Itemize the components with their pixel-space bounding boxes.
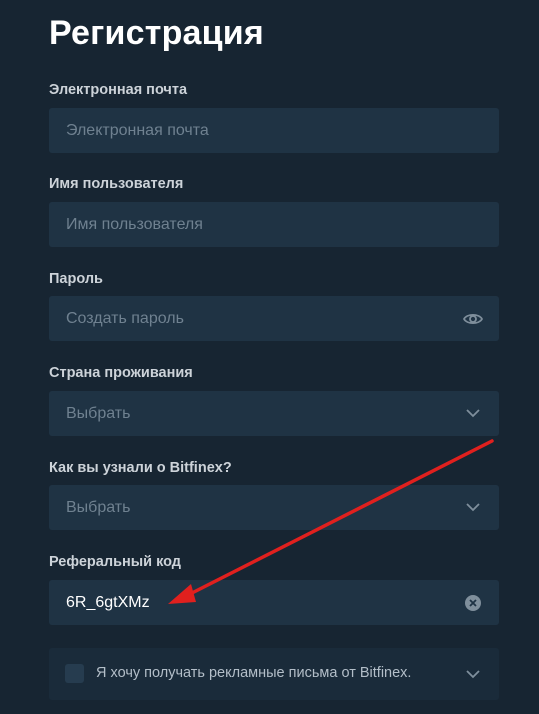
password-field-container xyxy=(49,296,499,341)
email-field-container xyxy=(49,108,499,153)
source-select[interactable]: Выбрать xyxy=(49,485,499,530)
password-field[interactable] xyxy=(49,296,499,341)
username-field[interactable] xyxy=(49,202,499,247)
clear-icon[interactable] xyxy=(463,593,483,613)
country-label: Страна проживания xyxy=(49,365,193,381)
country-select-value: Выбрать xyxy=(66,405,131,422)
chevron-down-icon xyxy=(463,498,483,518)
marketing-consent-checkbox[interactable] xyxy=(65,664,84,683)
country-select[interactable]: Выбрать xyxy=(49,391,499,436)
marketing-consent-label: Я хочу получать рекламные письма от Bitf… xyxy=(96,665,412,681)
password-label: Пароль xyxy=(49,271,103,287)
referral-field[interactable]: 6R_6gtXMz xyxy=(49,580,499,625)
eye-icon[interactable] xyxy=(463,309,483,329)
referral-label: Реферальный код xyxy=(49,554,182,570)
chevron-down-icon[interactable] xyxy=(463,664,483,684)
marketing-consent: Я хочу получать рекламные письма от Bitf… xyxy=(49,648,499,700)
chevron-down-icon xyxy=(463,404,483,424)
username-field-container xyxy=(49,202,499,247)
source-select-value: Выбрать xyxy=(66,499,131,516)
email-field[interactable] xyxy=(49,108,499,153)
page-title: Регистрация xyxy=(49,14,264,52)
email-label: Электронная почта xyxy=(49,82,188,98)
referral-field-value: 6R_6gtXMz xyxy=(66,594,150,611)
username-label: Имя пользователя xyxy=(49,176,184,192)
source-label: Как вы узнали о Bitfinex? xyxy=(49,460,232,476)
